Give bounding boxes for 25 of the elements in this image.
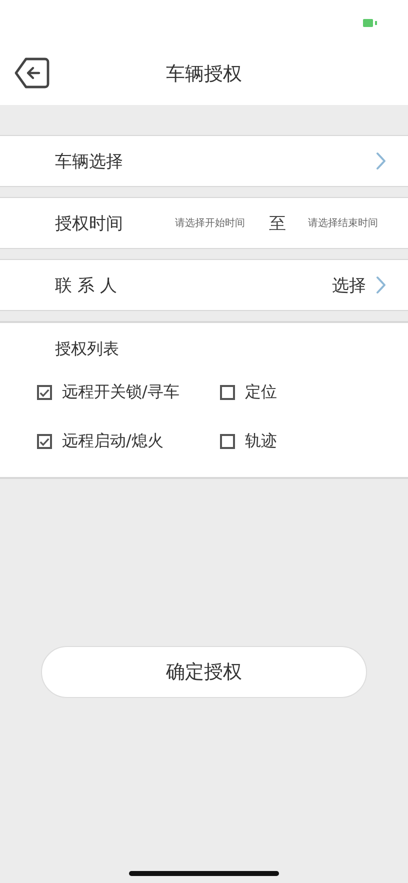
select-row[interactable]: 联 系 人 选择: [0, 259, 408, 311]
row-label: 车辆选择: [55, 150, 123, 172]
checkbox[interactable]: [37, 385, 52, 400]
select-row[interactable]: 车辆选择: [0, 135, 408, 187]
section-title: 授权列表: [54, 338, 120, 360]
confirm-button[interactable]: 确定授权: [41, 646, 367, 698]
separator-text: 至: [269, 212, 286, 234]
chevron-right-icon: [376, 276, 386, 294]
checkbox[interactable]: [220, 434, 235, 449]
start-time-field[interactable]: 请选择开始时间: [175, 216, 245, 230]
time-row[interactable]: 授权时间 请选择开始时间 至 请选择结束时间: [0, 197, 408, 249]
checkbox[interactable]: [37, 434, 52, 449]
end-time-field[interactable]: 请选择结束时间: [308, 216, 378, 230]
checkbox-label: 远程开关锁/寻车: [62, 382, 180, 403]
row-label: 联 系 人: [55, 274, 117, 296]
row-value: 选择: [332, 274, 366, 296]
back-button[interactable]: [14, 57, 50, 89]
checkbox[interactable]: [220, 385, 235, 400]
checkbox-label: 轨迹: [245, 431, 277, 452]
row-label: 授权时间: [55, 212, 123, 234]
page-title: 车辆授权: [166, 62, 242, 86]
battery-icon: [363, 19, 377, 27]
checkbox-label: 远程启动/熄火: [62, 431, 164, 452]
checkbox-label: 定位: [245, 382, 277, 403]
chevron-right-icon: [376, 152, 386, 170]
